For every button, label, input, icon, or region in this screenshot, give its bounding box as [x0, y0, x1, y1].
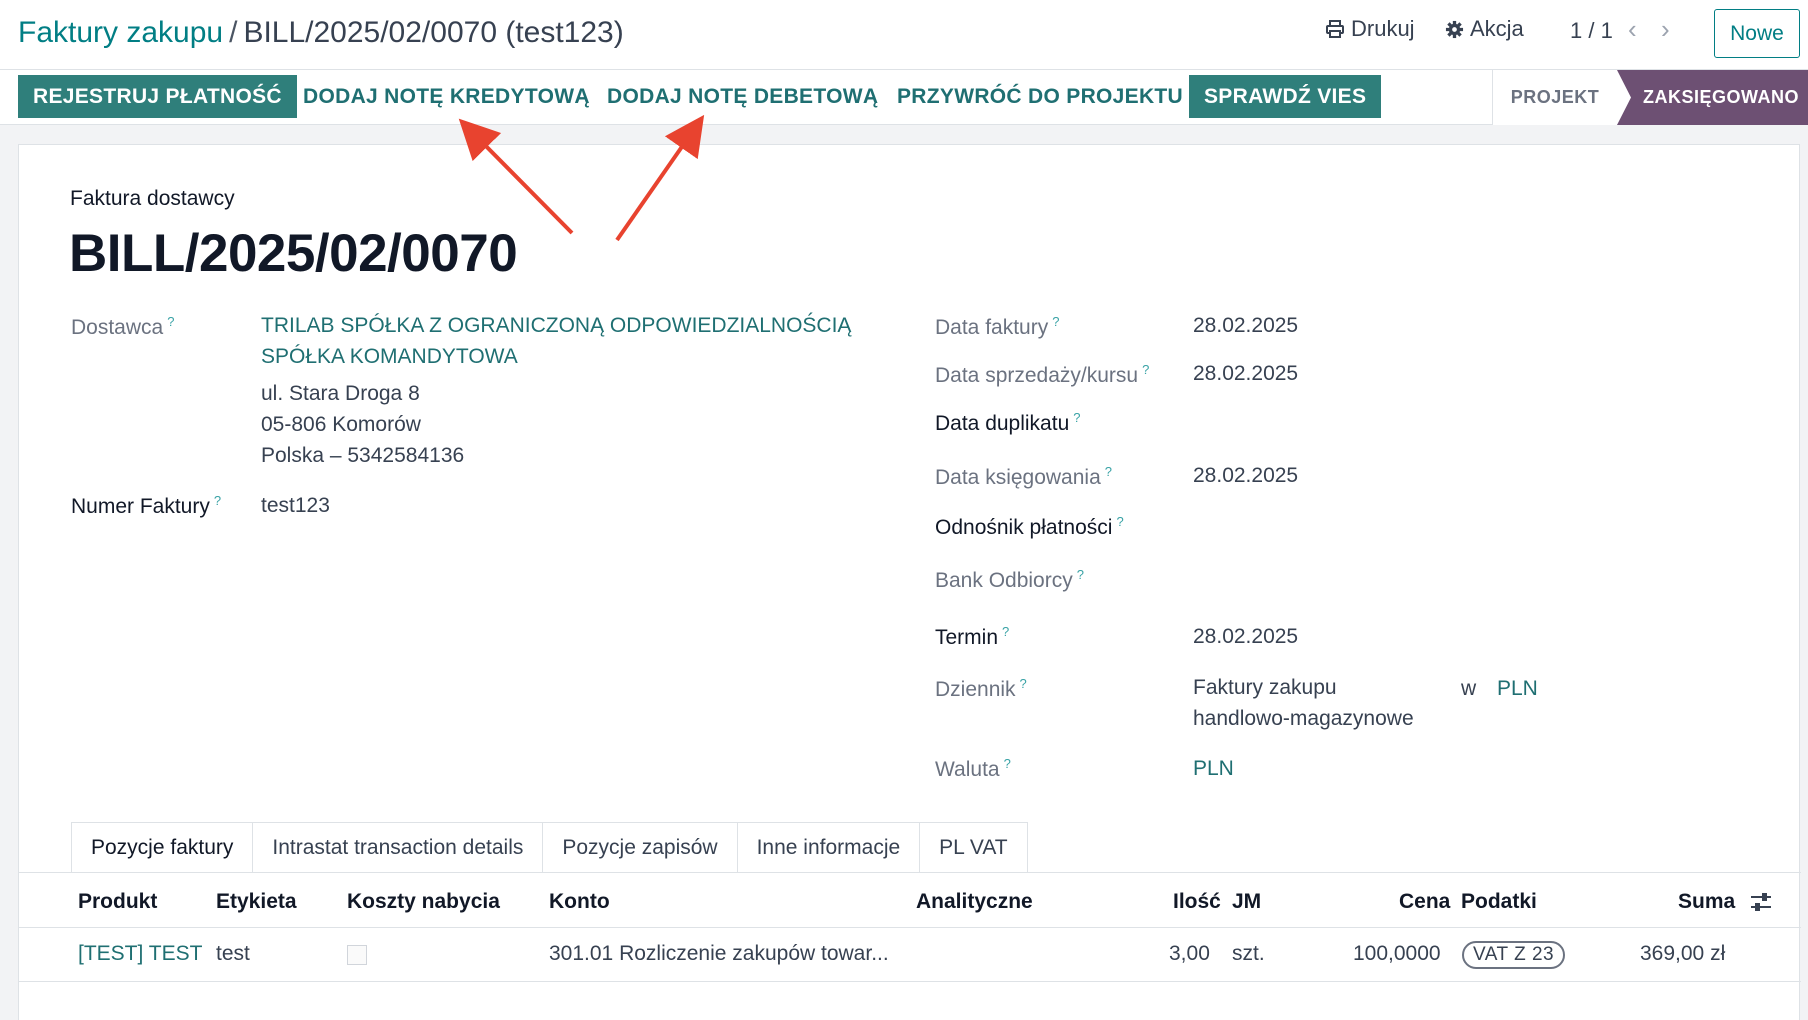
document-type-label: Faktura dostawcy	[70, 187, 235, 210]
currency-value[interactable]: PLN	[1193, 757, 1234, 781]
help-icon: ?	[1002, 624, 1010, 639]
column-header-taxes[interactable]: Podatki	[1461, 890, 1537, 914]
breadcrumb-separator: /	[229, 16, 238, 49]
breadcrumb-parent-link[interactable]: Faktury zakupu	[18, 16, 223, 49]
row-landed-costs-checkbox[interactable]	[347, 945, 367, 965]
invoice-date-value[interactable]: 28.02.2025	[1193, 314, 1298, 338]
row-label[interactable]: test	[216, 942, 250, 966]
help-icon: ?	[1104, 464, 1112, 479]
vendor-name-line2[interactable]: SPÓŁKA KOMANDYTOWA	[261, 345, 518, 369]
check-vies-button[interactable]: SPRAWDŹ VIES	[1189, 75, 1382, 118]
sliders-icon[interactable]	[1749, 891, 1773, 913]
column-header-analytic[interactable]: Analityczne	[916, 890, 1033, 914]
chevron-right-icon[interactable]: ›	[1661, 14, 1670, 45]
help-icon: ?	[1142, 362, 1150, 377]
control-panel: Faktury zakupu / BILL/2025/02/0070 (test12…	[0, 0, 1808, 70]
invoice-number-label: Numer Faktury?	[71, 493, 222, 518]
breadcrumb: Faktury zakupu / BILL/2025/02/0070 (test12…	[18, 16, 624, 50]
tab-journal-items[interactable]: Pozycje zapisów	[542, 822, 738, 873]
stage-draft[interactable]: PROJEKT	[1493, 70, 1617, 125]
journal-value-line1[interactable]: Faktury zakupu	[1193, 676, 1337, 700]
help-icon: ?	[1076, 567, 1084, 582]
new-button[interactable]: Nowe	[1714, 9, 1800, 58]
duplicate-date-label: Data duplikatu?	[935, 410, 1081, 435]
tab-other-info[interactable]: Inne informacje	[736, 822, 921, 873]
tabs-divider	[19, 872, 1801, 873]
column-header-total[interactable]: Suma	[1678, 890, 1735, 914]
status-bar: REJESTRUJ PŁATNOŚĆ DODAJ NOTĘ KREDYTOWĄ …	[0, 70, 1808, 125]
table-header-divider	[19, 927, 1801, 928]
sale-date-value[interactable]: 28.02.2025	[1193, 362, 1298, 386]
action-menu-button[interactable]: Akcja	[1445, 16, 1524, 42]
help-icon: ?	[1003, 756, 1011, 771]
column-header-product[interactable]: Produkt	[78, 890, 157, 914]
journal-value-line2[interactable]: handlowo-magazynowe	[1193, 707, 1414, 731]
reset-to-draft-button[interactable]: PRZYWRÓĆ DO PROJEKTU	[882, 75, 1198, 118]
invoice-number-value[interactable]: test123	[261, 494, 330, 518]
help-icon: ?	[167, 314, 175, 329]
help-icon: ?	[1073, 410, 1081, 425]
help-icon: ?	[1052, 314, 1060, 329]
row-price[interactable]: 100,0000	[1353, 942, 1441, 966]
sale-date-label: Data sprzedaży/kursu?	[935, 362, 1150, 387]
vendor-address-city: 05-806 Komorów	[261, 413, 421, 436]
currency-label: Waluta?	[935, 756, 1011, 781]
stage-posted[interactable]: ZAKSIĘGOWANO	[1617, 70, 1808, 125]
vendor-address-street: ul. Stara Droga 8	[261, 382, 420, 405]
column-header-account[interactable]: Konto	[549, 890, 610, 914]
pager-value[interactable]: 1 / 1	[1570, 18, 1613, 44]
action-label: Akcja	[1470, 16, 1524, 41]
print-label: Drukuj	[1351, 16, 1415, 41]
breadcrumb-current: BILL/2025/02/0070 (test123)	[243, 16, 624, 49]
tab-pl-vat[interactable]: PL VAT	[919, 822, 1028, 873]
notebook-tabs: Pozycje faktury Intrastat transaction de…	[71, 822, 1028, 873]
chevron-left-icon[interactable]: ‹	[1628, 14, 1637, 45]
row-product[interactable]: [TEST] TEST	[78, 942, 202, 966]
row-account[interactable]: 301.01 Rozliczenie zakupów towar...	[549, 942, 889, 966]
accounting-date-label: Data księgowania?	[935, 464, 1112, 489]
help-icon: ?	[1116, 514, 1124, 529]
column-header-uom[interactable]: JM	[1232, 890, 1261, 914]
add-debit-note-button[interactable]: DODAJ NOTĘ DEBETOWĄ	[592, 75, 893, 118]
journal-label: Dziennik?	[935, 676, 1027, 701]
due-date-label: Termin?	[935, 624, 1010, 649]
accounting-date-value[interactable]: 28.02.2025	[1193, 464, 1298, 488]
payment-reference-label: Odnośnik płatności?	[935, 514, 1124, 539]
vendor-address-country: Polska – 5342584136	[261, 444, 465, 467]
gear-icon	[1445, 20, 1464, 38]
document-title: BILL/2025/02/0070	[69, 224, 518, 283]
column-header-price[interactable]: Cena	[1399, 890, 1450, 914]
recipient-bank-label: Bank Odbiorcy?	[935, 567, 1084, 592]
printer-icon	[1326, 20, 1344, 38]
row-total: 369,00 zł	[1640, 942, 1726, 965]
column-header-label[interactable]: Etykieta	[216, 890, 297, 914]
help-icon: ?	[213, 493, 222, 508]
status-stages: PROJEKT ZAKSIĘGOWANO	[1492, 70, 1808, 125]
vendor-label: Dostawca?	[71, 314, 175, 339]
due-date-value[interactable]: 28.02.2025	[1193, 625, 1298, 649]
tax-badge[interactable]: VAT Z 23	[1462, 941, 1566, 969]
add-credit-note-button[interactable]: DODAJ NOTĘ KREDYTOWĄ	[288, 75, 605, 118]
column-header-quantity[interactable]: Ilość	[1173, 890, 1221, 914]
vendor-name-line1[interactable]: TRILAB SPÓŁKA Z OGRANICZONĄ ODPOWIEDZIAL…	[261, 314, 851, 338]
print-button[interactable]: Drukuj	[1325, 16, 1415, 42]
tab-invoice-lines[interactable]: Pozycje faktury	[71, 822, 254, 873]
journal-in-label: w	[1461, 677, 1477, 700]
column-header-landed-costs[interactable]: Koszty nabycia	[347, 890, 500, 914]
help-icon: ?	[1019, 676, 1027, 691]
table-row-divider	[19, 981, 1801, 982]
row-quantity[interactable]: 3,00	[1169, 942, 1210, 966]
journal-currency-link[interactable]: PLN	[1497, 677, 1538, 701]
invoice-date-label: Data faktury?	[935, 314, 1060, 339]
row-uom[interactable]: szt.	[1232, 942, 1265, 966]
tab-intrastat[interactable]: Intrastat transaction details	[252, 822, 544, 873]
form-sheet: Faktura dostawcy BILL/2025/02/0070 Dosta…	[18, 144, 1801, 1020]
register-payment-button[interactable]: REJESTRUJ PŁATNOŚĆ	[18, 75, 297, 118]
